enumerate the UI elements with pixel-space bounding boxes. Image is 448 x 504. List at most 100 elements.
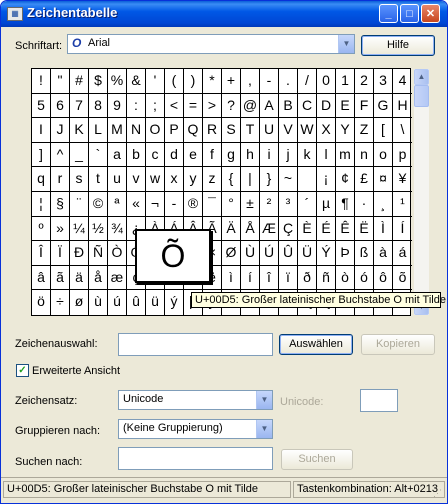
character-cell[interactable]: ò: [336, 265, 355, 291]
character-cell[interactable]: Ì: [374, 216, 393, 242]
character-cell[interactable]: ¹: [393, 192, 412, 217]
character-cell[interactable]: Ú: [260, 241, 279, 266]
character-cell[interactable]: ¤: [374, 167, 393, 192]
character-cell[interactable]: %: [108, 69, 127, 94]
character-cell[interactable]: ^: [51, 142, 70, 168]
character-cell[interactable]: X: [317, 118, 336, 143]
character-cell[interactable]: á: [393, 241, 412, 266]
character-cell[interactable]: f: [203, 142, 222, 168]
character-cell[interactable]: 0: [317, 69, 336, 94]
character-cell[interactable]: U: [260, 118, 279, 143]
character-cell[interactable]: ö: [32, 290, 51, 315]
character-cell[interactable]: º: [32, 216, 51, 242]
character-cell[interactable]: Ñ: [89, 241, 108, 266]
maximize-button[interactable]: □: [400, 4, 419, 23]
character-cell[interactable]: <: [165, 93, 184, 119]
character-cell[interactable]: {: [222, 167, 241, 192]
character-cell[interactable]: É: [317, 216, 336, 242]
character-cell[interactable]: Þ: [336, 241, 355, 266]
character-cell[interactable]: .: [279, 69, 298, 94]
character-cell[interactable]: æ: [108, 265, 127, 291]
character-cell[interactable]: v: [127, 167, 146, 192]
group-select[interactable]: (Keine Gruppierung) ▼: [118, 419, 273, 439]
character-cell[interactable]: 1: [336, 69, 355, 94]
character-cell[interactable]: n: [355, 142, 374, 168]
character-cell[interactable]: N: [127, 118, 146, 143]
minimize-button[interactable]: _: [379, 4, 398, 23]
character-cell[interactable]: ¸: [374, 191, 393, 217]
character-cell[interactable]: +: [222, 69, 241, 94]
character-cell[interactable]: 5: [32, 93, 51, 119]
character-cell[interactable]: O: [146, 118, 165, 143]
character-cell[interactable]: G: [374, 93, 393, 119]
charset-select[interactable]: Unicode ▼: [118, 390, 273, 410]
resize-grip-icon[interactable]: ⋰: [433, 488, 445, 500]
character-cell[interactable]: H: [393, 94, 412, 119]
character-cell[interactable]: Ê: [336, 216, 355, 242]
character-cell[interactable]: í: [241, 265, 260, 291]
character-cell[interactable]: E: [336, 93, 355, 119]
character-cell[interactable]: ý: [165, 290, 184, 315]
character-cell[interactable]: [298, 167, 317, 192]
character-cell[interactable]: °: [222, 191, 241, 217]
chevron-down-icon[interactable]: ▼: [338, 35, 354, 53]
character-cell[interactable]: õ: [393, 266, 412, 291]
chevron-down-icon[interactable]: ▼: [256, 420, 272, 438]
character-cell[interactable]: B: [279, 93, 298, 119]
character-cell[interactable]: ³: [279, 191, 298, 217]
character-cell[interactable]: b: [127, 142, 146, 168]
character-cell[interactable]: 7: [70, 93, 89, 119]
search-button[interactable]: Suchen: [281, 449, 353, 470]
character-cell[interactable]: S: [222, 118, 241, 143]
character-cell[interactable]: `: [89, 142, 108, 168]
character-cell[interactable]: Ï: [51, 241, 70, 266]
character-cell[interactable]: r: [51, 167, 70, 192]
character-cell[interactable]: :: [127, 93, 146, 119]
character-cell[interactable]: ÷: [51, 290, 70, 315]
character-cell[interactable]: 4: [393, 69, 412, 94]
character-cell[interactable]: M: [108, 118, 127, 143]
character-cell[interactable]: ±: [241, 191, 260, 217]
character-cell[interactable]: Y: [336, 118, 355, 143]
character-cell[interactable]: s: [70, 167, 89, 192]
character-cell[interactable]: x: [165, 167, 184, 192]
character-cell[interactable]: ª: [108, 191, 127, 217]
character-cell[interactable]: k: [298, 142, 317, 168]
character-cell[interactable]: L: [89, 118, 108, 143]
character-cell[interactable]: /: [298, 69, 317, 94]
character-cell[interactable]: h: [241, 142, 260, 168]
character-cell[interactable]: ´: [298, 191, 317, 217]
character-cell[interactable]: |: [241, 167, 260, 192]
font-select[interactable]: O Arial ▼: [67, 34, 355, 54]
character-cell[interactable]: ~: [279, 167, 298, 192]
character-cell[interactable]: i: [260, 142, 279, 168]
character-cell[interactable]: R: [203, 118, 222, 143]
close-button[interactable]: ✕: [421, 4, 440, 23]
character-cell[interactable]: \: [393, 118, 412, 143]
character-cell[interactable]: -: [165, 191, 184, 217]
character-cell[interactable]: }: [260, 167, 279, 192]
character-cell[interactable]: Ç: [279, 216, 298, 242]
character-cell[interactable]: ß: [355, 241, 374, 266]
character-cell[interactable]: Q: [184, 118, 203, 143]
character-cell[interactable]: w: [146, 167, 165, 192]
character-cell[interactable]: P: [165, 118, 184, 143]
character-cell[interactable]: ú: [108, 290, 127, 315]
character-cell[interactable]: ¾: [108, 216, 127, 242]
character-cell[interactable]: K: [70, 118, 89, 143]
character-cell[interactable]: *: [203, 69, 222, 94]
character-cell[interactable]: c: [146, 142, 165, 168]
character-cell[interactable]: î: [260, 265, 279, 291]
character-cell[interactable]: Ù: [241, 241, 260, 266]
character-cell[interactable]: µ: [317, 191, 336, 217]
app-icon[interactable]: ▦: [7, 7, 23, 21]
character-cell[interactable]: Z: [355, 118, 374, 143]
character-cell[interactable]: V: [279, 118, 298, 143]
character-cell[interactable]: y: [184, 167, 203, 192]
grid-scrollbar[interactable]: ▲ ▼: [413, 68, 430, 316]
character-cell[interactable]: [: [374, 118, 393, 143]
character-cell[interactable]: ¯: [203, 191, 222, 217]
character-cell[interactable]: ï: [279, 265, 298, 291]
character-cell[interactable]: ': [146, 69, 165, 94]
character-cell[interactable]: -: [260, 69, 279, 94]
